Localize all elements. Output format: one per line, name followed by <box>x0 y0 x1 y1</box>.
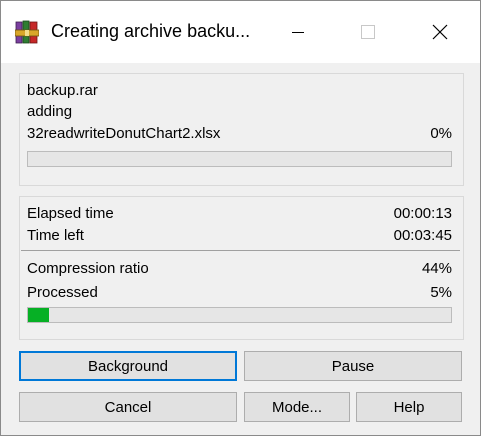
cancel-button[interactable]: Cancel <box>19 392 237 422</box>
progress-dialog: Creating archive backu... backup.rar add… <box>0 0 481 436</box>
stats-divider <box>21 250 460 251</box>
winrar-books-icon <box>15 20 39 44</box>
processed-value: 5% <box>430 284 452 301</box>
compression-ratio-value: 44% <box>421 260 452 277</box>
file-percent: 0% <box>430 125 452 142</box>
time-left-value: 00:03:45 <box>393 227 452 244</box>
close-icon <box>432 24 448 40</box>
title-bar[interactable]: Creating archive backu... <box>1 1 480 63</box>
archive-name: backup.rar <box>27 82 98 99</box>
close-button[interactable] <box>417 1 463 63</box>
mode-button[interactable]: Mode... <box>244 392 350 422</box>
operation-label: adding <box>27 103 73 120</box>
background-button[interactable]: Background <box>19 351 237 381</box>
pause-button[interactable]: Pause <box>244 351 462 381</box>
minimize-icon <box>292 32 304 33</box>
minimize-button[interactable] <box>275 1 321 63</box>
elapsed-time-label: Elapsed time <box>27 205 114 222</box>
file-progress-bar <box>27 151 452 167</box>
maximize-button[interactable] <box>345 1 391 63</box>
current-file-name: 32readwriteDonutChart2.xlsx <box>27 125 221 142</box>
time-left-label: Time left <box>27 227 84 244</box>
processed-progress-fill <box>28 308 50 322</box>
compression-ratio-label: Compression ratio <box>27 260 149 277</box>
help-button[interactable]: Help <box>356 392 462 422</box>
maximize-icon <box>361 25 375 39</box>
processed-label: Processed <box>27 284 98 301</box>
elapsed-time-value: 00:00:13 <box>393 205 452 222</box>
processed-progress-bar <box>27 307 452 323</box>
window-title: Creating archive backu... <box>51 21 251 41</box>
